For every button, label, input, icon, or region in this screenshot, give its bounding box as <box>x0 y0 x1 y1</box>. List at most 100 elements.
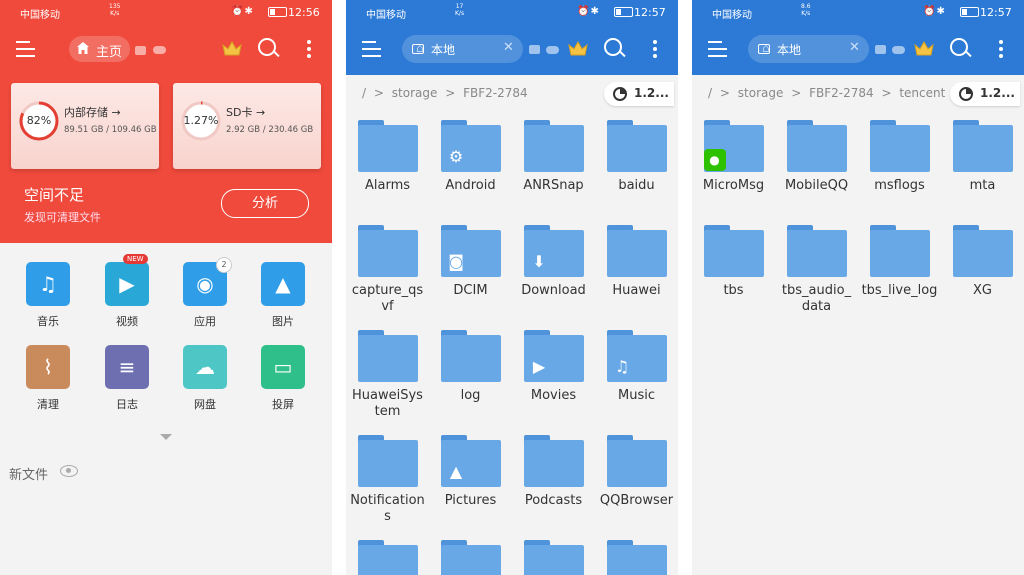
wechat-icon: ● <box>703 149 726 171</box>
folder-item[interactable] <box>595 540 678 575</box>
tab-local[interactable]: 本地 ✕ <box>402 35 523 63</box>
more-icon[interactable] <box>307 40 311 58</box>
cloud-icon[interactable] <box>153 46 166 54</box>
image-icon: ▲ <box>261 262 305 306</box>
tab-home[interactable]: 主页 <box>69 36 130 62</box>
folder-item[interactable] <box>429 540 512 575</box>
category-cloud[interactable]: ☁ 网盘 <box>170 345 240 412</box>
category-video[interactable]: ▶ NEW 视频 <box>92 254 162 329</box>
cast-icon: ▭ <box>261 345 305 389</box>
folder-item[interactable]: Huawei <box>595 225 678 299</box>
breadcrumb-root[interactable]: / <box>362 86 366 100</box>
battery-icon <box>268 7 287 17</box>
breadcrumb-item[interactable]: FBF2-2784 <box>463 86 528 100</box>
folder-item[interactable]: HuaweiSys tem <box>346 330 429 420</box>
analyze-button[interactable]: 分析 <box>221 189 309 218</box>
folder-item[interactable]: baidu <box>595 120 678 194</box>
folder-item[interactable]: tbs_live_log <box>858 225 941 299</box>
folder-name: Pictures <box>444 493 497 508</box>
window-icon[interactable] <box>135 46 146 55</box>
category-label: 音乐 <box>37 315 59 328</box>
folder-name: baidu <box>618 178 655 193</box>
breadcrumb-item[interactable]: tencent <box>899 86 945 100</box>
folder-item[interactable]: log <box>429 330 512 404</box>
folder-name: Alarms <box>364 178 411 193</box>
category-android[interactable]: ◉ 2 应用 <box>170 257 240 329</box>
menu-icon[interactable] <box>362 41 381 57</box>
folder-item[interactable] <box>346 540 429 575</box>
search-icon[interactable] <box>258 38 276 56</box>
category-music[interactable]: ♫ 音乐 <box>13 262 83 329</box>
folder-item[interactable]: MobileQQ <box>775 120 858 194</box>
more-icon[interactable] <box>653 40 657 58</box>
close-icon[interactable]: ✕ <box>503 40 514 55</box>
crown-icon[interactable] <box>914 41 934 56</box>
card-title: SD卡 → <box>226 106 266 119</box>
folder-icon <box>357 330 418 382</box>
close-icon[interactable]: ✕ <box>849 40 860 55</box>
storage-card-sd[interactable]: 1.27% SD卡 → 2.92 GB / 230.46 GB <box>173 83 321 169</box>
folder-item[interactable]: msflogs <box>858 120 941 194</box>
folder-name: msflogs <box>874 178 925 193</box>
folder-name: HuaweiSys tem <box>352 388 423 419</box>
card-usage: 89.51 GB / 109.46 GB <box>64 125 157 135</box>
folder-item[interactable] <box>512 540 595 575</box>
storage-usage-pill[interactable]: 1.2... <box>950 82 1020 106</box>
window-icon[interactable] <box>875 45 886 54</box>
category-log[interactable]: ≡ 日志 <box>92 345 162 412</box>
search-icon[interactable] <box>950 38 968 56</box>
folder-item[interactable]: ♫ Music <box>595 330 678 404</box>
tab-local[interactable]: 本地 ✕ <box>748 35 869 63</box>
chevron-down-icon[interactable] <box>160 434 172 440</box>
folder-item[interactable]: ◙ DCIM <box>429 225 512 299</box>
folder-name: Android <box>445 178 496 193</box>
breadcrumb-root[interactable]: / <box>708 86 712 100</box>
folder-item[interactable]: capture_qs vf <box>346 225 429 315</box>
category-cast[interactable]: ▭ 投屏 <box>248 345 318 412</box>
folder-item[interactable]: ▶ Movies <box>512 330 595 404</box>
cloud-icon[interactable] <box>546 46 559 54</box>
low-space-title: 空间不足 <box>24 186 85 204</box>
net-speed: 8.6 K/s <box>801 3 811 17</box>
net-speed: 135 K/s <box>109 3 121 17</box>
eye-icon[interactable] <box>60 465 78 477</box>
folder-item[interactable]: ● MicroMsg <box>692 120 775 194</box>
folder-item[interactable]: Alarms <box>346 120 429 194</box>
folder-item[interactable]: Podcasts <box>512 435 595 509</box>
folder-item[interactable]: tbs_audio_ data <box>775 225 858 315</box>
crown-icon[interactable] <box>222 41 242 56</box>
storage-browser: 中国移动 17 K/s ⏰✱ 12:57 ⌂ 本地 ✕ / > storage >… <box>346 0 678 575</box>
cloud-icon[interactable] <box>892 46 905 54</box>
category-broom[interactable]: ⌇ 清理 <box>13 345 83 412</box>
folder-item[interactable]: ⬇ Download <box>512 225 595 299</box>
more-icon[interactable] <box>999 40 1003 58</box>
folder-item[interactable]: tbs <box>692 225 775 299</box>
folder-item[interactable]: ▲ Pictures <box>429 435 512 509</box>
category-label: 应用 <box>194 315 216 328</box>
folder-item[interactable]: Notification s <box>346 435 429 525</box>
picture-icon: ▲ <box>449 462 463 481</box>
folder-icon <box>703 225 764 277</box>
folder-item[interactable]: ANRSnap <box>512 120 595 194</box>
menu-icon[interactable] <box>16 41 35 57</box>
folder-item[interactable]: QQBrowser <box>595 435 678 509</box>
menu-icon[interactable] <box>708 41 727 57</box>
breadcrumb-item[interactable]: FBF2-2784 <box>809 86 874 100</box>
window-icon[interactable] <box>529 45 540 54</box>
storage-usage-pill[interactable]: 1.2... <box>604 82 674 106</box>
breadcrumb-item[interactable]: storage <box>392 86 438 100</box>
crown-icon[interactable] <box>568 41 588 56</box>
battery-icon <box>614 7 633 17</box>
log-icon: ≡ <box>105 345 149 389</box>
storage-card-internal[interactable]: 82% 内部存储 → 89.51 GB / 109.46 GB <box>11 83 159 169</box>
folder-name: Movies <box>530 388 577 403</box>
folder-name: Huawei <box>612 283 661 298</box>
breadcrumb-item[interactable]: storage <box>738 86 784 100</box>
search-icon[interactable] <box>604 38 622 56</box>
folder-item[interactable]: ⚙ Android <box>429 120 512 194</box>
folder-item[interactable]: mta <box>941 120 1024 194</box>
folder-name: XG <box>973 283 992 298</box>
home-screen: 中国移动 135 K/s ⏰✱ 12:56 主页 82% 内部存储 → 89.51… <box>0 0 332 575</box>
category-image[interactable]: ▲ 图片 <box>248 262 318 329</box>
folder-item[interactable]: XG <box>941 225 1024 299</box>
